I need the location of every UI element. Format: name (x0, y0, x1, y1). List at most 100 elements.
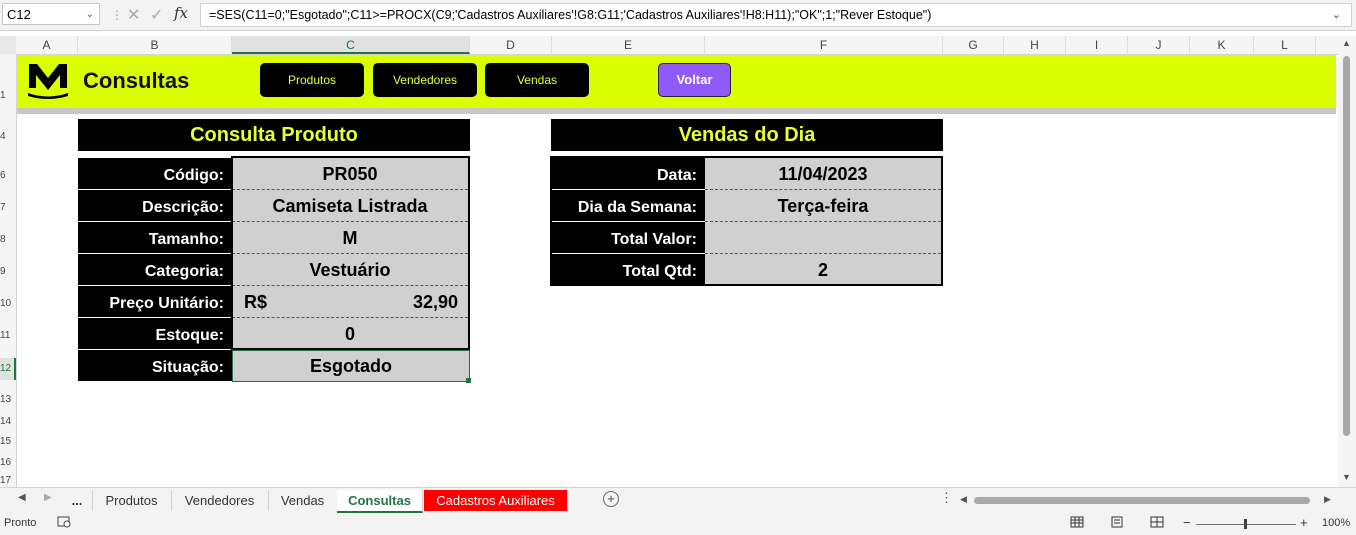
column-header-i[interactable]: I (1066, 36, 1128, 54)
column-header-j[interactable]: J (1128, 36, 1190, 54)
row-header-4[interactable]: 4 (0, 131, 16, 142)
value-codigo[interactable]: PR050 (232, 158, 468, 190)
row-header-14[interactable]: 14 (0, 416, 16, 427)
row-header-8[interactable]: 8 (0, 234, 16, 245)
column-header-f[interactable]: F (705, 36, 943, 54)
row-header-13[interactable]: 13 (0, 394, 16, 405)
value-preco-unitario[interactable]: R$ 32,90 (232, 286, 468, 318)
zoom-out-icon[interactable]: − (1183, 515, 1191, 530)
row-header-12[interactable]: 12 (0, 358, 16, 380)
value-total-valor[interactable] (705, 222, 941, 254)
prev-sheet-icon[interactable]: ◀ (18, 492, 26, 503)
column-header: A B C D E F G H I J K L (0, 36, 1338, 55)
row-header-17[interactable]: 17 (0, 475, 16, 486)
more-options-icon[interactable]: ⋮ (940, 490, 953, 506)
row-header-15[interactable]: 15 (0, 436, 16, 447)
page-title: Consultas (83, 68, 190, 93)
value-tamanho[interactable]: M (232, 222, 468, 254)
column-header-e[interactable]: E (552, 36, 705, 54)
zoom-level[interactable]: 100% (1322, 517, 1350, 529)
label-tamanho: Tamanho: (78, 222, 232, 253)
select-all-corner[interactable] (0, 36, 16, 54)
column-header-k[interactable]: K (1190, 36, 1254, 54)
label-situacao: Situação: (78, 350, 232, 381)
row-header-7[interactable]: 7 (0, 202, 16, 213)
horizontal-scroll-thumb[interactable] (974, 497, 1310, 504)
row-header-16[interactable]: 16 (0, 457, 16, 468)
nav-button-vendedores[interactable]: Vendedores (373, 63, 477, 97)
normal-view-icon[interactable] (1070, 516, 1084, 531)
zoom-in-icon[interactable]: + (1300, 515, 1308, 530)
more-options-icon[interactable]: ⋮ (111, 8, 123, 22)
page-layout-icon[interactable] (1110, 516, 1124, 531)
back-button[interactable]: Voltar (658, 63, 731, 97)
status-mode: Pronto (4, 517, 37, 529)
label-categoria: Categoria: (78, 254, 232, 285)
sales-panel-title: Vendas do Dia (551, 119, 943, 151)
scroll-up-icon[interactable]: ▲ (1342, 38, 1351, 48)
zoom-slider-thumb[interactable] (1244, 519, 1247, 529)
sheet-tab-consultas[interactable]: Consultas (337, 490, 423, 513)
price-amount: 32,90 (412, 292, 458, 312)
label-dia-da-semana: Dia da Semana: (551, 190, 705, 221)
column-header-g[interactable]: G (943, 36, 1004, 54)
vertical-scroll-thumb[interactable] (1343, 56, 1350, 436)
add-sheet-icon[interactable]: + (603, 491, 619, 507)
status-bar: Pronto − + 100% (0, 513, 1356, 535)
label-total-valor: Total Valor: (551, 222, 705, 253)
label-codigo: Código: (78, 158, 232, 189)
chevron-down-icon[interactable]: ⌄ (86, 4, 94, 26)
column-header-l[interactable]: L (1254, 36, 1316, 54)
nav-button-produtos[interactable]: Produtos (260, 63, 364, 97)
scroll-left-icon[interactable]: ◀ (960, 494, 967, 505)
label-data: Data: (551, 158, 705, 189)
value-situacao[interactable]: Esgotado (232, 350, 470, 382)
nav-button-vendas[interactable]: Vendas (485, 63, 589, 97)
next-sheet-icon[interactable]: ▶ (44, 492, 52, 503)
scroll-down-icon[interactable]: ▼ (1342, 472, 1351, 482)
value-estoque[interactable]: 0 (232, 318, 468, 350)
fill-handle[interactable] (466, 378, 471, 383)
formula-text: =SES(C11=0;"Esgotado";C11>=PROCX(C9;'Cad… (209, 8, 932, 22)
value-data[interactable]: 11/04/2023 (705, 158, 941, 190)
label-preco-unitario: Preço Unitário: (78, 286, 232, 317)
sheet-tab-vendedores[interactable]: Vendedores (171, 490, 269, 511)
sheet-tab-more[interactable]: ... (62, 490, 93, 511)
column-header-h[interactable]: H (1004, 36, 1066, 54)
sheet-tab-produtos[interactable]: Produtos (92, 490, 172, 511)
cancel-icon[interactable]: ✕ (127, 5, 140, 25)
brand-logo-icon (27, 60, 69, 105)
label-total-qtd: Total Qtd: (551, 254, 705, 285)
column-header-a[interactable]: A (16, 36, 78, 54)
row-header: 1 4 6 7 8 9 10 11 12 13 14 15 16 17 (0, 54, 17, 487)
label-estoque: Estoque: (78, 318, 232, 349)
column-header-b[interactable]: B (78, 36, 232, 54)
name-box-value: C12 (7, 7, 31, 22)
row-header-1[interactable]: 1 (0, 90, 16, 101)
label-descricao: Descrição: (78, 190, 232, 221)
row-header-9[interactable]: 9 (0, 266, 16, 277)
row-header-6[interactable]: 6 (0, 170, 16, 181)
value-total-qtd[interactable]: 2 (705, 254, 941, 286)
row-header-10[interactable]: 10 (0, 298, 16, 309)
confirm-icon[interactable]: ✓ (150, 5, 163, 25)
expand-formula-icon[interactable]: ⌄ (1332, 4, 1341, 26)
accessibility-icon[interactable] (57, 516, 71, 531)
value-descricao[interactable]: Camiseta Listrada (232, 190, 468, 222)
scroll-right-icon[interactable]: ▶ (1324, 494, 1331, 505)
horizontal-scrollbar[interactable]: ◀ ▶ (958, 494, 1336, 506)
column-header-c[interactable]: C (232, 36, 470, 54)
page-break-preview-icon[interactable] (1150, 516, 1164, 531)
sheet-tab-cadastros-auxiliares[interactable]: Cadastros Auxiliares (424, 490, 568, 511)
value-dia-da-semana[interactable]: Terça-feira (705, 190, 941, 222)
banner-divider (17, 108, 1336, 114)
vertical-scrollbar[interactable]: ▲ ▼ (1338, 36, 1356, 487)
value-categoria[interactable]: Vestuário (232, 254, 468, 286)
formula-input[interactable]: =SES(C11=0;"Esgotado";C11>=PROCX(C9;'Cad… (200, 3, 1352, 27)
name-box[interactable]: C12 ⌄ (2, 3, 100, 25)
currency-symbol: R$ (244, 292, 268, 312)
sheet-tab-vendas[interactable]: Vendas (268, 490, 338, 511)
row-header-11[interactable]: 11 (0, 330, 16, 341)
column-header-d[interactable]: D (470, 36, 552, 54)
insert-function-icon[interactable]: fx (174, 4, 188, 22)
